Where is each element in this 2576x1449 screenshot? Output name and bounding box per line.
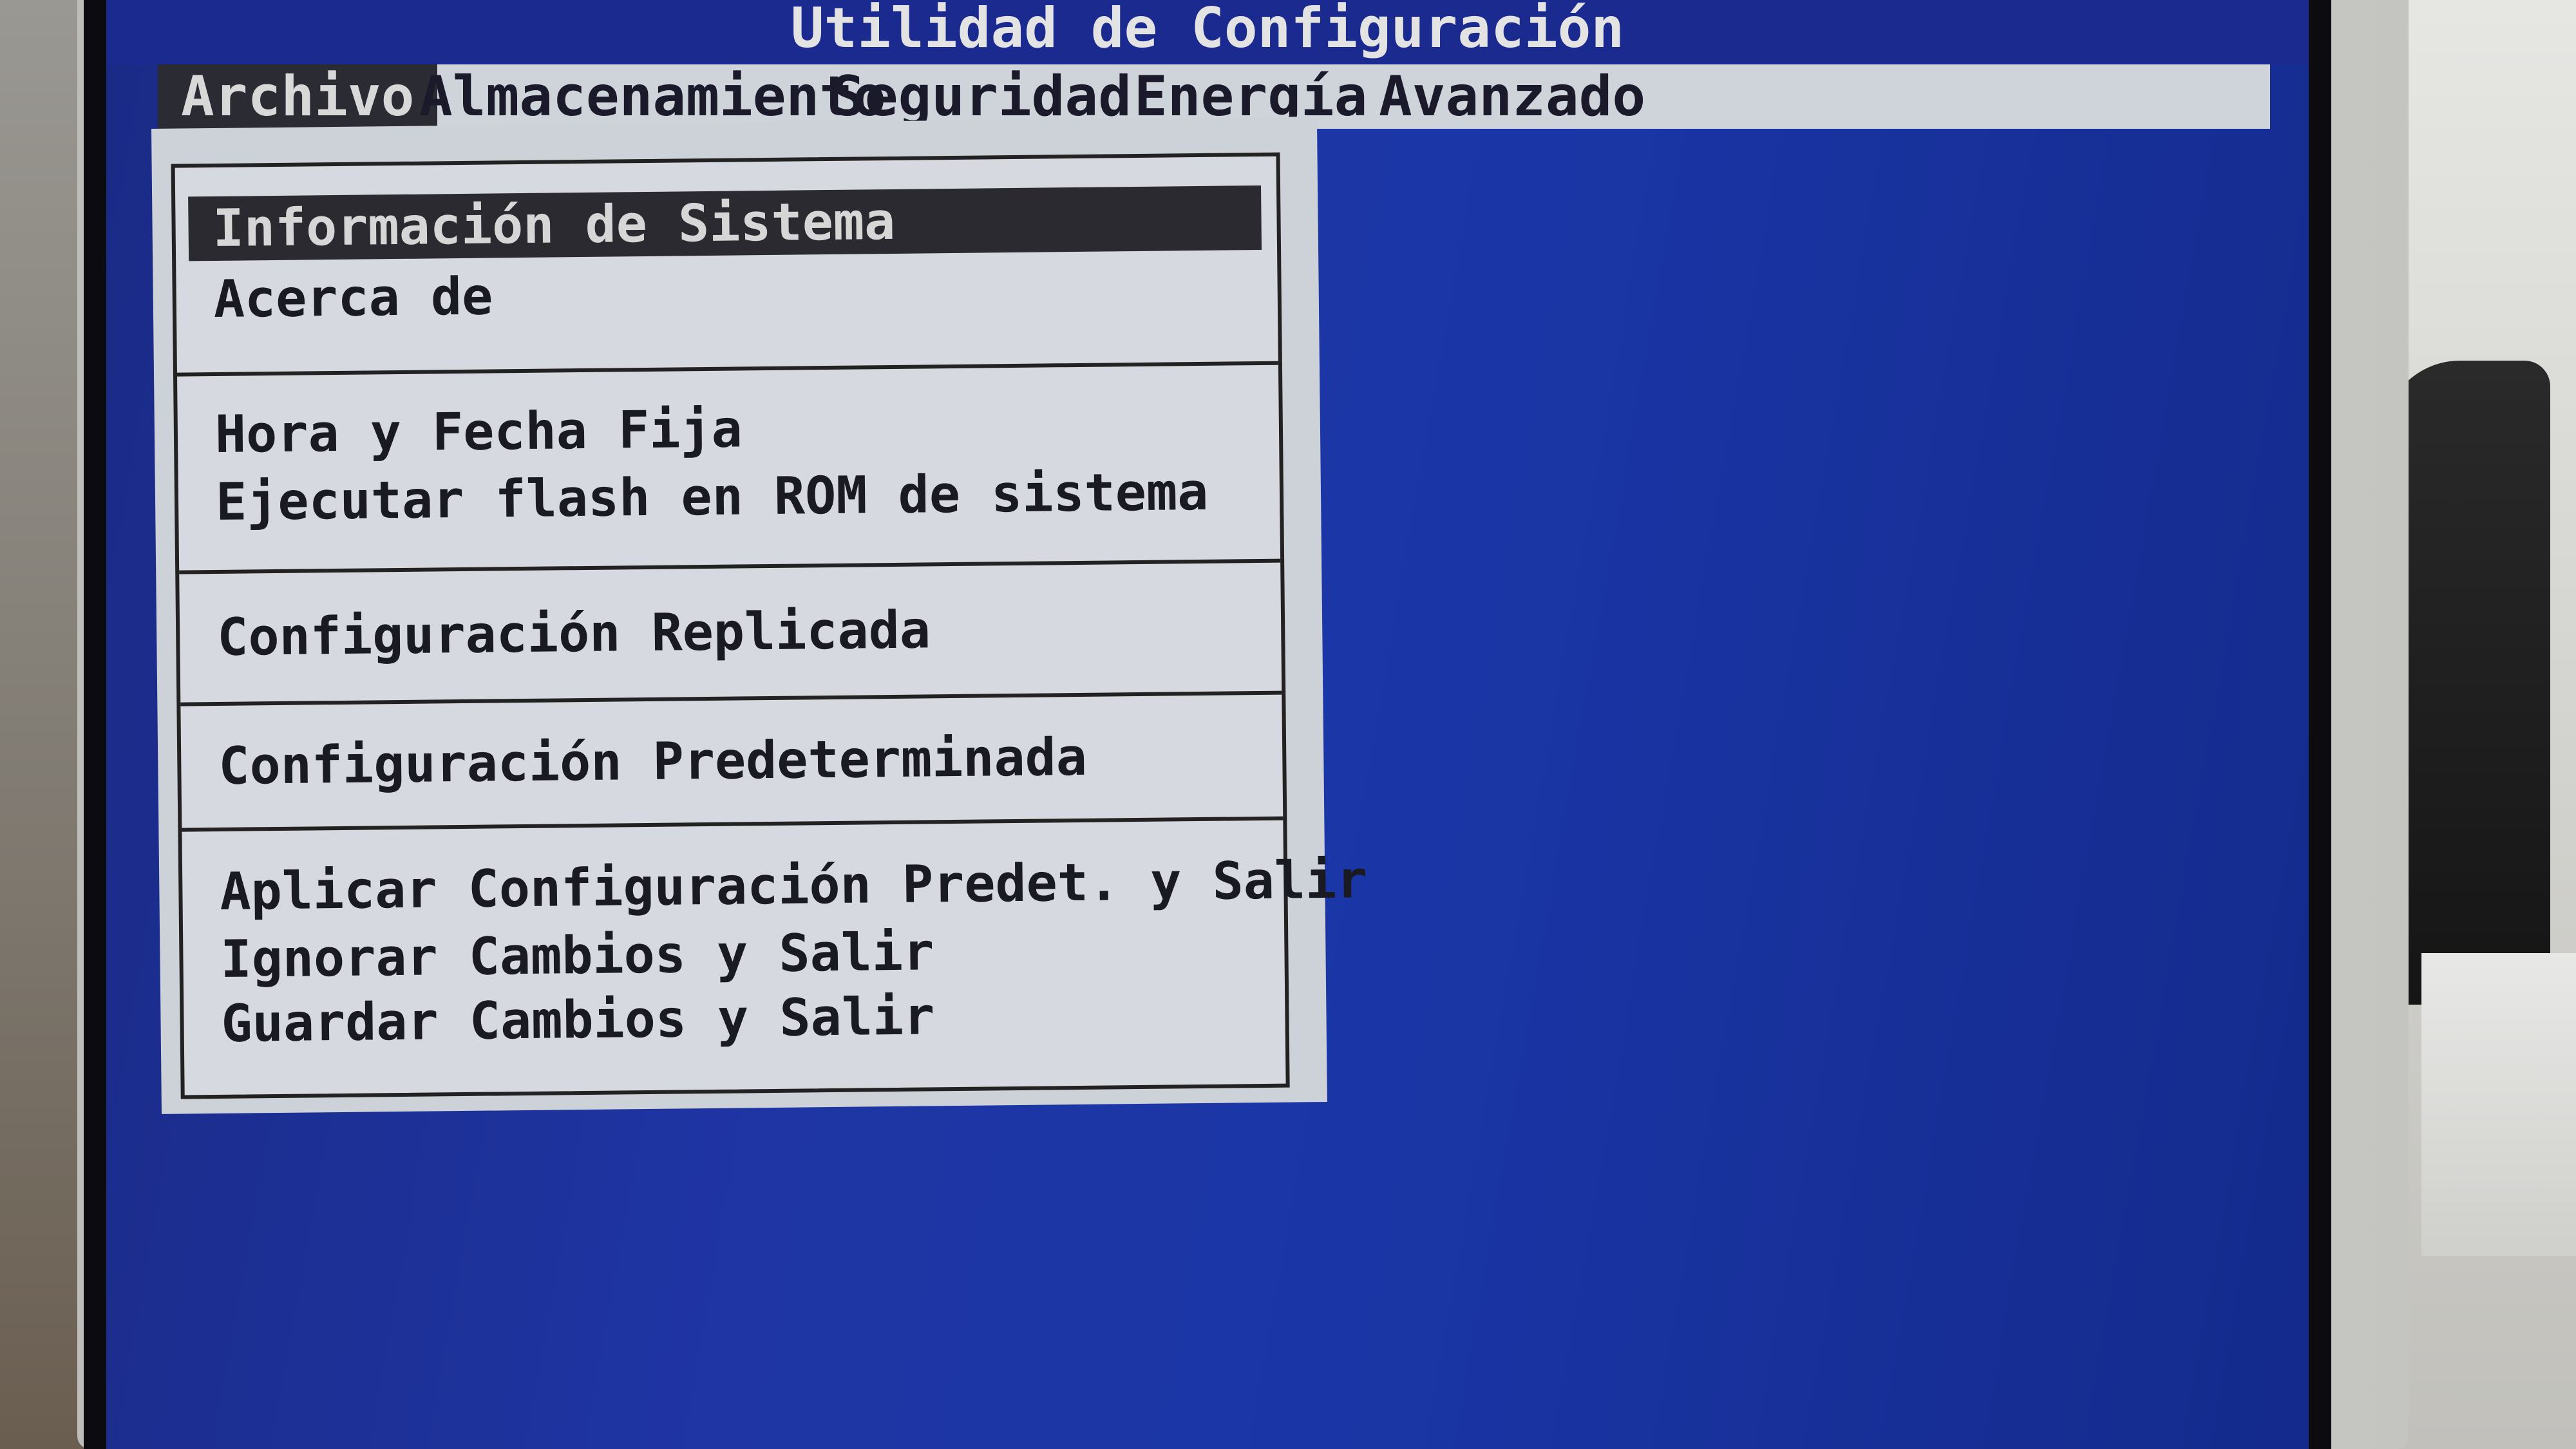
photo-scene: Utilidad de Configuración Archivo Almace… [0,0,2576,1449]
window-title: Utilidad de Configuración [790,0,1625,61]
menu-item-acerca-de[interactable]: Acerca de [189,264,518,332]
menu-item-guardar-cambios-y-salir[interactable]: Guardar Cambios y Salir [196,984,960,1056]
menu-item-configuracion-replicada[interactable]: Configuración Replicada [193,598,956,670]
menu-separator [179,558,1281,574]
menu-item-flash-rom[interactable]: Ejecutar flash en ROM de sistema [191,459,1233,535]
menu-separator [176,361,1278,377]
menu-item-aplicar-predet-y-salir[interactable]: Aplicar Configuración Predet. y Salir [195,848,1392,924]
menu-item-configuracion-predeterminada[interactable]: Configuración Predeterminada [194,724,1112,799]
menu-separator [182,816,1283,832]
menu-avanzado[interactable]: Avanzado [1356,64,1669,129]
title-bar: Utilidad de Configuración [106,0,2309,64]
desk-equipment [2421,953,2576,1256]
file-menu-panel: Información de Sistema Acerca de Hora y … [171,152,1368,1099]
menu-item-ignorar-cambios-y-salir[interactable]: Ignorar Cambios y Salir [196,920,959,992]
menu-separator [180,690,1282,706]
bios-screen: Utilidad de Configuración Archivo Almace… [106,0,2309,1449]
menu-item-hora-y-fecha[interactable]: Hora y Fecha Fija [190,397,767,467]
menu-item-informacion-de-sistema[interactable]: Información de Sistema [188,185,1262,261]
file-menu-dropdown: Información de Sistema Acerca de Hora y … [151,117,1368,1114]
